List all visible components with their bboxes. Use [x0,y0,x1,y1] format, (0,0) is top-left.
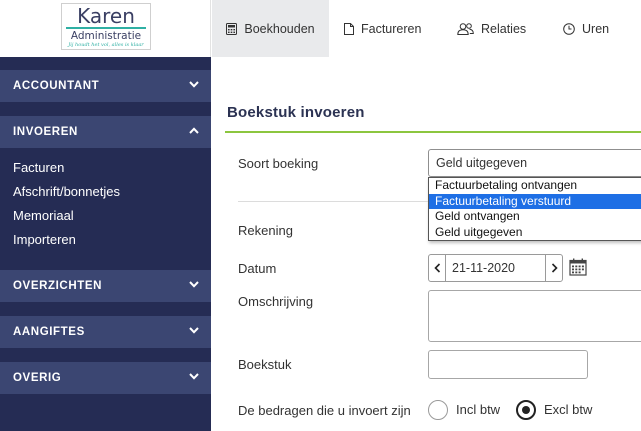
dropdown-option[interactable]: Geld uitgegeven [429,225,641,241]
excl-btw-radio[interactable] [516,400,536,420]
chevron-left-icon [433,263,440,273]
users-icon [457,22,474,35]
sidebar-section-label: OVERIG [13,372,62,384]
logo-tagline: Jij houdt het vol, alles is klaar [68,42,144,48]
document-icon [344,22,354,35]
boekstuk-input[interactable] [428,350,588,379]
boekstuk-label: Boekstuk [238,357,292,372]
calculator-icon [226,22,238,35]
logo-area: Karen Administratie Jij houdt het vol, a… [0,0,211,57]
omschrijving-textarea[interactable] [428,290,641,342]
radio-selected-dot [522,406,530,414]
tab-relaties-label: Relaties [481,21,527,36]
datum-label: Datum [238,261,277,276]
tab-factureren-label: Factureren [361,21,422,36]
chevron-right-icon [551,263,558,273]
incl-btw-radio[interactable] [428,400,448,420]
sidebar-section-label: OVERZICHTEN [13,280,103,292]
dropdown-option-highlighted[interactable]: Factuurbetaling verstuurd [429,193,641,209]
sidebar-section-overig[interactable]: OVERIG [0,362,211,394]
sidebar-item-memoriaal[interactable]: Memoriaal [13,208,74,223]
chevron-down-icon [189,373,199,380]
sidebar-section-label: ACCOUNTANT [13,80,100,92]
calendar-icon[interactable] [569,258,587,276]
tab-factureren[interactable]: Factureren [344,0,421,57]
sidebar-item-importeren[interactable]: Importeren [13,232,76,247]
logo-name: Karen [77,4,135,28]
sidebar-item-afschrift[interactable]: Afschrift/bonnetjes [13,184,120,199]
dropdown-option[interactable]: Factuurbetaling ontvangen [429,178,641,194]
soort-boeking-label: Soort boeking [238,156,319,171]
form-header: Boekstuk invoeren [225,96,641,133]
tab-uren-label: Uren [582,21,610,36]
logo-subtitle: Administratie [70,30,142,42]
top-bar: Karen Administratie Jij houdt het vol, a… [0,0,641,57]
sidebar-item-facturen[interactable]: Facturen [13,160,64,175]
page-title: Boekstuk invoeren [227,104,365,121]
chevron-down-icon [189,281,199,288]
tab-relaties[interactable]: Relaties [457,0,526,57]
chevron-up-icon [189,127,199,134]
tab-boekhouden-label: Boekhouden [244,21,315,36]
sidebar-section-label: INVOEREN [13,126,78,138]
soort-boeking-dropdown: Factuurbetaling ontvangen Factuurbetalin… [428,177,641,241]
sidebar-section-label: AANGIFTES [13,326,85,338]
logo[interactable]: Karen Administratie Jij houdt het vol, a… [61,3,151,50]
rekening-label: Rekening [238,223,293,238]
dropdown-option[interactable]: Geld ontvangen [429,209,641,225]
chevron-down-icon [189,81,199,88]
soort-boeking-select[interactable]: Geld uitgegeven [428,149,641,177]
sidebar-section-invoeren[interactable]: INVOEREN [0,116,211,148]
sidebar-section-accountant[interactable]: ACCOUNTANT [0,70,211,102]
sidebar-section-overzichten[interactable]: OVERZICHTEN [0,270,211,302]
omschrijving-label: Omschrijving [238,294,314,309]
excl-btw-label[interactable]: Excl btw [544,402,592,417]
date-next-button[interactable] [545,254,563,282]
divider [238,201,428,202]
date-prev-button[interactable] [428,254,446,282]
tab-uren[interactable]: Uren [563,0,609,57]
clock-icon [563,22,575,35]
tab-boekhouden[interactable]: Boekhouden [212,0,329,57]
datum-input[interactable]: 21-11-2020 [446,254,545,282]
sidebar-section-aangiftes[interactable]: AANGIFTES [0,316,211,348]
chevron-down-icon [189,327,199,334]
bedragen-label: De bedragen die u invoert zijn [238,403,411,418]
incl-btw-label[interactable]: Incl btw [456,402,500,417]
